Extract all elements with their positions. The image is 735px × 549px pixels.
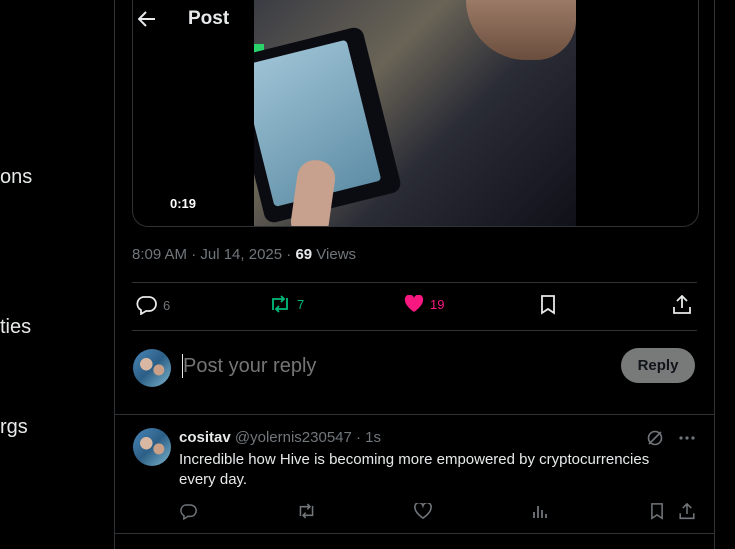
share-icon[interactable]	[679, 503, 695, 520]
heart-icon[interactable]	[414, 503, 432, 519]
nav-item-label: ties	[0, 316, 32, 338]
back-button[interactable]	[132, 8, 162, 30]
page-title: Post	[188, 8, 230, 29]
repost-action[interactable]: 7	[269, 295, 304, 313]
nav-item-orgs[interactable]: rgs	[0, 416, 28, 439]
heart-icon	[404, 295, 424, 312]
bookmark-icon	[541, 295, 555, 315]
reply-action[interactable]: 6	[135, 295, 170, 315]
text-caret	[182, 354, 183, 378]
post-timestamp[interactable]: 8:09 AM · Jul 14, 2025 ·	[132, 246, 295, 263]
avatar[interactable]	[133, 428, 171, 466]
reply-count: 6	[163, 297, 171, 313]
reply-composer: Reply	[115, 330, 714, 415]
author-handle[interactable]: @yolernis230547	[235, 429, 352, 446]
like-count: 19	[430, 296, 445, 312]
post-meta: 8:09 AM · Jul 14, 2025 · 69 Views	[132, 246, 356, 263]
comment-icon	[136, 296, 157, 315]
post-actions: 6 7 19	[132, 282, 697, 331]
avatar[interactable]	[133, 349, 171, 387]
share-action[interactable]	[673, 295, 691, 315]
arrow-left-icon	[138, 11, 155, 27]
nav-item-label: ons	[0, 166, 33, 188]
more-icon[interactable]	[678, 435, 696, 441]
reply-tweet[interactable]: cositav @yolernis230547 · 1s Incredible …	[115, 415, 714, 534]
nav-item-notifications[interactable]: ons	[0, 166, 32, 189]
tweet-text: Incredible how Hive is becoming more emp…	[179, 451, 650, 488]
tweet-header-icons	[646, 429, 696, 447]
share-icon	[673, 295, 691, 314]
grok-icon[interactable]	[646, 429, 664, 447]
bookmark-action[interactable]	[540, 295, 556, 315]
page-header: Post	[115, 0, 714, 45]
comment-icon[interactable]	[179, 503, 197, 520]
views-count: 69	[295, 246, 313, 263]
tweet-time[interactable]: · 1s	[352, 429, 381, 446]
repost-count: 7	[297, 296, 305, 312]
video-duration: 0:19	[170, 196, 197, 211]
nav-item-label: rgs	[0, 416, 28, 438]
reply-button[interactable]: Reply	[621, 348, 695, 383]
like-action[interactable]: 19	[404, 295, 444, 313]
next-tweet-partial	[115, 534, 714, 549]
repost-icon[interactable]	[297, 503, 316, 519]
main-column: 0:19 Post 8:09 AM · Jul 14, 2025 · 69 Vi…	[114, 0, 715, 549]
tweet-actions	[115, 503, 714, 523]
author-name[interactable]: cositav	[179, 429, 231, 446]
reply-input[interactable]	[181, 354, 605, 379]
views-label: Views	[312, 246, 357, 263]
bookmark-icon[interactable]	[650, 503, 664, 520]
analytics-icon[interactable]	[532, 503, 548, 519]
tweet-header: cositav @yolernis230547 · 1s	[179, 429, 381, 446]
repost-icon	[272, 295, 288, 313]
nav-item-communities[interactable]: ties	[0, 316, 31, 339]
